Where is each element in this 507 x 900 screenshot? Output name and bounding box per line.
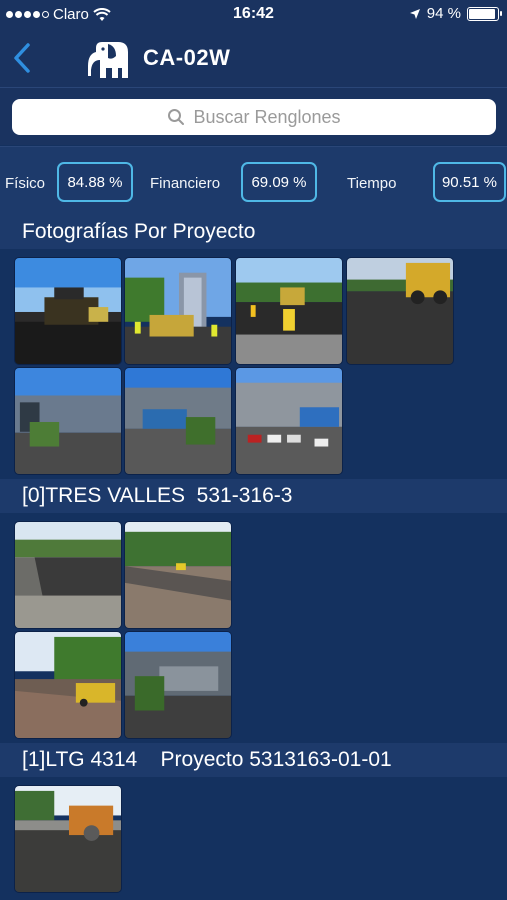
battery-level	[469, 8, 496, 19]
project-photo-8[interactable]	[14, 521, 122, 629]
project-photo-5[interactable]	[14, 367, 122, 475]
navigation-bar: CA-02W	[0, 30, 507, 87]
metric-tiempo-label: Tiempo	[347, 175, 397, 192]
section-header-ltg-4314: [1]LTG 4314 Proyecto 5313163-01-01	[0, 743, 507, 777]
section-header-tres-valles: [0]TRES VALLES 531-316-3	[0, 479, 507, 513]
metric-financiero-value: 69.09 %	[241, 162, 317, 202]
metric-tiempo-value: 90.51 %	[433, 162, 506, 202]
project-photo-3[interactable]	[235, 257, 343, 365]
battery-percent: 94 %	[426, 5, 461, 22]
battery-icon	[467, 6, 502, 21]
project-photo-9[interactable]	[124, 521, 232, 629]
search-bar-container: Buscar Renglones	[0, 87, 507, 145]
status-bar: Claro 16:42 94 %	[0, 0, 507, 30]
page-title: CA-02W	[143, 45, 231, 70]
project-photo-7[interactable]	[235, 367, 343, 475]
metric-financiero-label: Financiero	[150, 175, 221, 192]
progress-metrics: Físico 84.88 % Financiero 69.09 % Tiempo…	[0, 146, 507, 216]
project-photo-2[interactable]	[124, 257, 232, 365]
location-arrow-icon	[409, 8, 420, 19]
search-icon	[168, 109, 185, 125]
metric-fisico-label: Físico	[5, 175, 46, 192]
project-photo-10[interactable]	[14, 631, 122, 739]
project-photo-12[interactable]	[14, 785, 122, 893]
search-placeholder: Buscar Renglones	[193, 106, 341, 127]
project-photo-11[interactable]	[124, 631, 232, 739]
elephant-logo-icon	[88, 42, 128, 78]
metric-fisico-value: 84.88 %	[57, 162, 133, 202]
back-button[interactable]	[8, 40, 38, 76]
project-photo-6[interactable]	[124, 367, 232, 475]
project-photo-4[interactable]	[346, 257, 454, 365]
chevron-left-icon	[14, 43, 30, 73]
section-header-fotografias: Fotografías Por Proyecto	[0, 215, 507, 249]
project-photo-1[interactable]	[14, 257, 122, 365]
status-right: 94 %	[409, 5, 502, 22]
search-input[interactable]: Buscar Renglones	[12, 99, 496, 135]
